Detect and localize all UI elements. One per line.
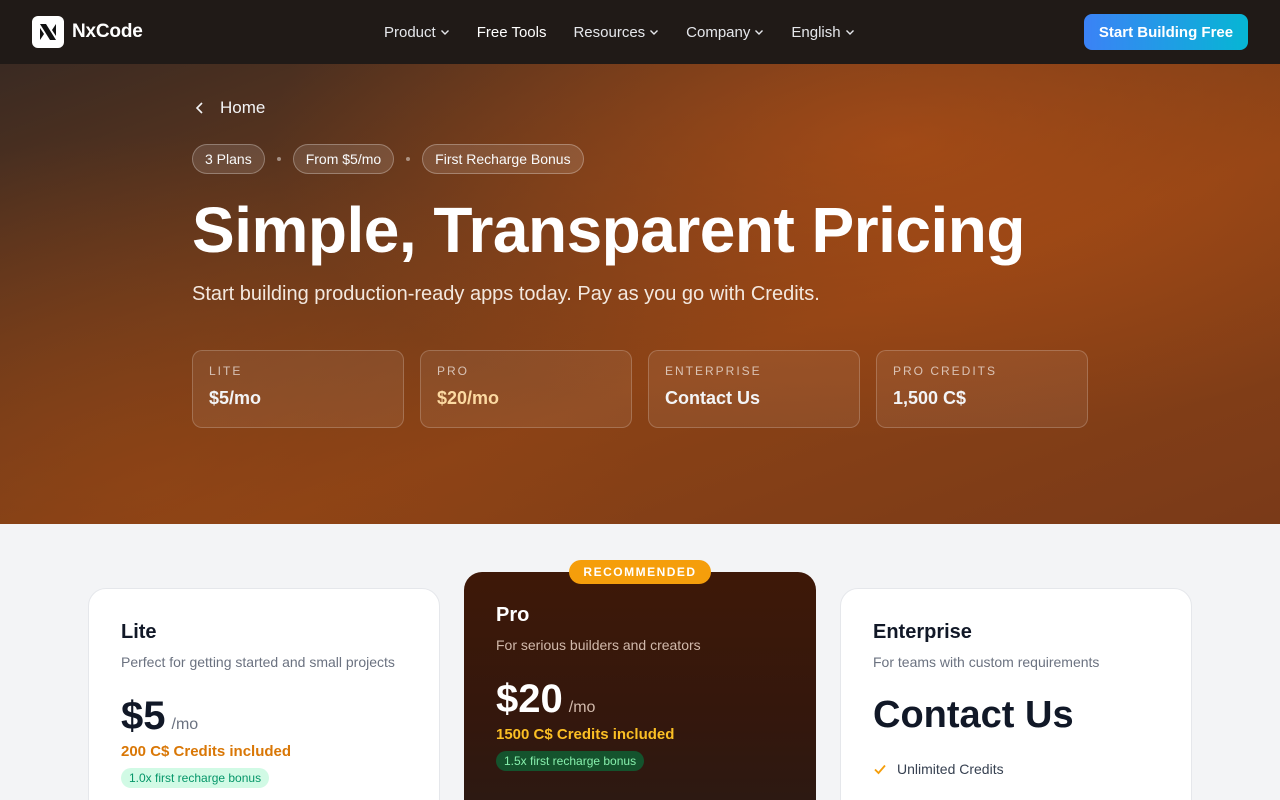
pill-first-recharge-bonus: First Recharge Bonus xyxy=(422,144,584,174)
page-subtitle: Start building production-ready apps tod… xyxy=(192,283,820,305)
price-row: $20 /mo xyxy=(496,677,784,722)
language-selector-label: English xyxy=(791,23,841,41)
menu-resources-label: Resources xyxy=(573,23,646,41)
menu-product[interactable]: Product xyxy=(384,24,450,41)
stat-label: LITE xyxy=(209,364,243,378)
feature-label: Unlimited Credits xyxy=(897,761,1004,777)
stat-value: 1,500 C$ xyxy=(893,388,967,408)
chevron-down-icon xyxy=(755,30,764,35)
stat-label: PRO xyxy=(437,364,470,378)
chevron-down-icon xyxy=(440,30,449,35)
top-navbar: NxCode Product Free Tools Resources Comp… xyxy=(0,0,1280,64)
stat-card-enterprise: ENTERPRISE Contact Us xyxy=(648,350,860,428)
plan-price: $20 xyxy=(496,677,563,721)
stat-value: $5/mo xyxy=(209,388,262,408)
plan-period: /mo xyxy=(171,716,199,733)
price-row: $5 /mo xyxy=(121,694,407,739)
plan-name: Pro xyxy=(496,604,530,626)
plan-description: For teams with custom requirements xyxy=(873,654,1100,670)
plan-price: Contact Us xyxy=(873,694,1074,736)
back-home-label: Home xyxy=(220,98,266,117)
page-title: Simple, Transparent Pricing xyxy=(192,194,1025,266)
hero-pills: 3 Plans From $5/mo First Recharge Bonus xyxy=(192,144,584,174)
stat-card-pro: PRO $20/mo xyxy=(420,350,632,428)
menu-free-tools-label: Free Tools xyxy=(476,23,547,41)
plan-card-pro: Pro For serious builders and creators $2… xyxy=(464,572,816,800)
plan-description: For serious builders and creators xyxy=(496,637,701,653)
plan-credits: 200 C$ Credits included xyxy=(121,743,292,760)
feature-item: Unlimited Credits xyxy=(873,761,1159,777)
recommended-badge: RECOMMENDED xyxy=(569,560,711,584)
check-icon xyxy=(874,764,886,775)
nxcode-logo-icon xyxy=(32,16,64,48)
language-selector[interactable]: English xyxy=(791,24,854,41)
plan-name: Enterprise xyxy=(873,621,972,643)
menu-company[interactable]: Company xyxy=(686,24,764,41)
stat-label: ENTERPRISE xyxy=(665,364,762,378)
plan-price: $5 xyxy=(121,694,166,738)
main-menu: Product Free Tools Resources Company Eng… xyxy=(384,0,855,64)
back-home-link[interactable]: Home xyxy=(192,98,265,118)
stat-card-pro-credits: PRO CREDITS 1,500 C$ xyxy=(876,350,1088,428)
stat-value: Contact Us xyxy=(665,388,761,408)
plan-name: Lite xyxy=(121,621,157,643)
separator-dot xyxy=(406,157,411,161)
pill-from-price: From $5/mo xyxy=(292,144,395,174)
stat-card-lite: LITE $5/mo xyxy=(192,350,404,428)
plan-card-lite: Lite Perfect for getting started and sma… xyxy=(88,588,440,800)
plan-period: /mo xyxy=(568,699,596,716)
plan-credits: 1500 C$ Credits included xyxy=(496,726,675,743)
start-building-free-button[interactable]: Start Building Free xyxy=(1084,14,1248,50)
plan-stats: LITE $5/mo PRO $20/mo ENTERPRISE Contact… xyxy=(192,350,1088,428)
brand-name: NxCode xyxy=(72,21,143,42)
stat-value: $20/mo xyxy=(437,388,500,408)
pill-plans: 3 Plans xyxy=(192,144,265,174)
menu-free-tools[interactable]: Free Tools xyxy=(477,24,547,41)
chevron-left-icon xyxy=(195,102,203,114)
menu-company-label: Company xyxy=(686,23,751,41)
menu-resources[interactable]: Resources xyxy=(573,24,659,41)
chevron-down-icon xyxy=(650,30,659,35)
separator-dot xyxy=(276,157,281,161)
recharge-bonus-badge: 1.5x first recharge bonus xyxy=(496,751,645,771)
plan-description: Perfect for getting started and small pr… xyxy=(121,654,395,670)
chevron-down-icon xyxy=(845,30,854,35)
menu-product-label: Product xyxy=(384,23,436,41)
plan-card-enterprise: Enterprise For teams with custom require… xyxy=(840,588,1192,800)
recharge-bonus-badge: 1.0x first recharge bonus xyxy=(121,768,270,788)
stat-label: PRO CREDITS xyxy=(893,364,998,378)
brand-logo[interactable]: NxCode xyxy=(32,16,143,48)
